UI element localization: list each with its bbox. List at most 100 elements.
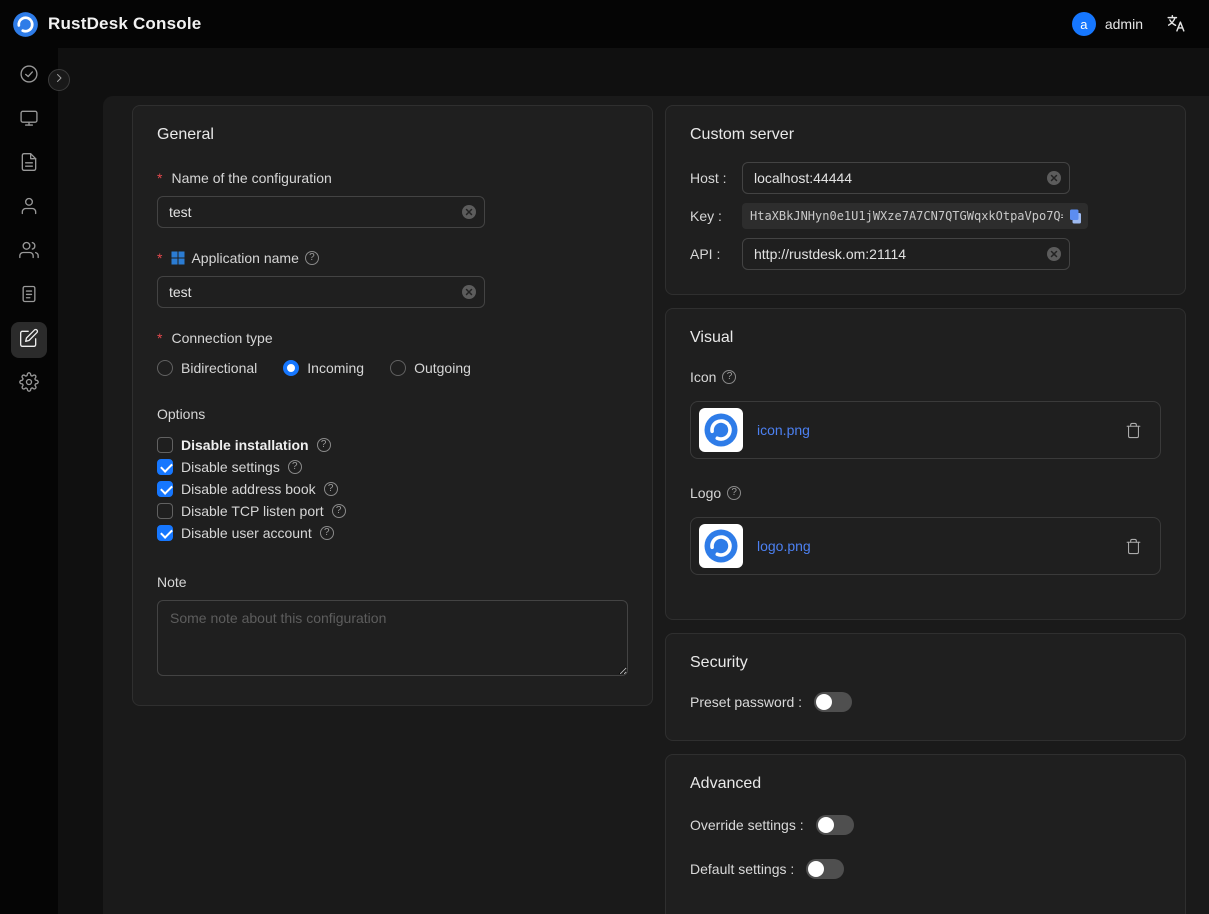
sidebar-item-groups[interactable] — [11, 234, 47, 270]
preset-password-label: Preset password : — [690, 694, 802, 710]
preset-password-row: Preset password : — [690, 692, 1161, 712]
default-settings-toggle[interactable] — [806, 859, 844, 879]
icon-label: Icon — [690, 369, 1161, 385]
checkbox[interactable] — [157, 459, 173, 475]
rustdesk-logo-icon — [12, 11, 39, 38]
advanced-title: Advanced — [690, 775, 1161, 793]
visual-title: Visual — [690, 329, 1161, 347]
checkbox[interactable] — [157, 525, 173, 541]
radio-button[interactable] — [157, 360, 173, 376]
sidebar-item-overview[interactable] — [11, 58, 47, 94]
logo-preview — [699, 524, 743, 568]
option-disable-user-account[interactable]: Disable user account — [157, 522, 628, 544]
logo-label: Logo — [690, 485, 1161, 501]
left-column: General Name of the configuration Applic… — [132, 105, 653, 706]
sidebar-item-documents[interactable] — [11, 146, 47, 182]
api-field-wrap — [742, 238, 1070, 270]
option-disable-installation[interactable]: Disable installation — [157, 434, 628, 456]
checkbox[interactable] — [157, 437, 173, 453]
checkbox[interactable] — [157, 503, 173, 519]
icon-file-box: icon.png — [690, 401, 1161, 459]
app-name-label: Application name — [157, 250, 628, 266]
trash-icon[interactable] — [1125, 538, 1142, 555]
users-group-icon — [19, 240, 39, 265]
icon-file-link[interactable]: icon.png — [757, 422, 810, 438]
windows-logo-icon — [171, 251, 185, 265]
radio-button[interactable] — [390, 360, 406, 376]
logo-file-link[interactable]: logo.png — [757, 538, 811, 554]
name-input[interactable] — [157, 196, 485, 228]
api-input[interactable] — [742, 238, 1070, 270]
help-icon[interactable] — [332, 504, 346, 518]
connection-type-radio-group: Bidirectional Incoming Outgoing — [157, 360, 628, 376]
default-settings-label: Default settings : — [690, 861, 794, 877]
help-icon[interactable] — [727, 486, 741, 500]
key-field: HtaXBkJNHyn0e1U1jWXze7A7CN7QTGWqxkOtpaVp… — [742, 203, 1088, 229]
sidebar-item-users[interactable] — [11, 190, 47, 226]
sidebar-item-devices[interactable] — [11, 102, 47, 138]
logo-file-box: logo.png — [690, 517, 1161, 575]
radio-button[interactable] — [283, 360, 299, 376]
options-list: Disable installation Disable settings Di… — [157, 434, 628, 544]
host-field-wrap — [742, 162, 1070, 194]
help-icon[interactable] — [288, 460, 302, 474]
check-circle-icon — [19, 64, 39, 89]
option-disable-settings[interactable]: Disable settings — [157, 456, 628, 478]
help-icon[interactable] — [317, 438, 331, 452]
checkbox[interactable] — [157, 481, 173, 497]
note-textarea[interactable] — [157, 600, 628, 676]
sidebar-item-custom-clients[interactable] — [11, 322, 47, 358]
help-icon[interactable] — [324, 482, 338, 496]
copy-icon[interactable] — [1067, 208, 1084, 225]
user-menu[interactable]: a admin — [1072, 12, 1143, 36]
custom-server-title: Custom server — [690, 126, 1161, 144]
name-field-wrap — [157, 196, 485, 228]
clear-input-icon[interactable] — [1047, 247, 1061, 261]
host-label: Host : — [690, 170, 742, 186]
app-field-wrap — [157, 276, 485, 308]
help-icon[interactable] — [305, 251, 319, 265]
override-settings-toggle[interactable] — [816, 815, 854, 835]
clear-input-icon[interactable] — [1047, 171, 1061, 185]
radio-bidirectional[interactable]: Bidirectional — [157, 360, 257, 376]
help-icon[interactable] — [320, 526, 334, 540]
avatar[interactable]: a — [1072, 12, 1096, 36]
chevron-right-icon — [53, 71, 65, 89]
sidebar-item-audit[interactable] — [11, 278, 47, 314]
name-label: Name of the configuration — [157, 170, 628, 186]
preset-password-toggle[interactable] — [814, 692, 852, 712]
override-settings-row: Override settings : — [690, 815, 1161, 835]
content-panel: General Name of the configuration Applic… — [103, 96, 1209, 914]
clear-input-icon[interactable] — [462, 285, 476, 299]
sidebar-expand-button[interactable] — [48, 69, 70, 91]
note-label: Note — [157, 574, 628, 590]
general-title: General — [157, 126, 628, 144]
application-name-input[interactable] — [157, 276, 485, 308]
radio-incoming[interactable]: Incoming — [283, 360, 364, 376]
option-disable-address-book[interactable]: Disable address book — [157, 478, 628, 500]
right-column: Custom server Host : Key : HtaXBkJNHyn0e… — [665, 105, 1186, 914]
help-icon[interactable] — [722, 370, 736, 384]
visual-card: Visual Icon icon.png — [665, 308, 1186, 620]
radio-outgoing[interactable]: Outgoing — [390, 360, 471, 376]
icon-preview — [699, 408, 743, 452]
app-title: RustDesk Console — [48, 14, 201, 34]
clipboard-icon — [19, 284, 39, 309]
clear-input-icon[interactable] — [462, 205, 476, 219]
gear-icon — [19, 372, 39, 397]
key-value: HtaXBkJNHyn0e1U1jWXze7A7CN7QTGWqxkOtpaVp… — [750, 209, 1063, 223]
monitor-icon — [19, 108, 39, 133]
edit-icon — [19, 328, 39, 353]
trash-icon[interactable] — [1125, 422, 1142, 439]
username: admin — [1105, 16, 1143, 32]
security-title: Security — [690, 654, 1161, 672]
default-settings-row: Default settings : — [690, 859, 1161, 879]
brand: RustDesk Console — [12, 11, 201, 38]
override-settings-label: Override settings : — [690, 817, 804, 833]
option-disable-tcp-listen-port[interactable]: Disable TCP listen port — [157, 500, 628, 522]
translate-icon[interactable] — [1165, 13, 1187, 35]
file-icon — [19, 152, 39, 177]
general-card: General Name of the configuration Applic… — [132, 105, 653, 706]
host-input[interactable] — [742, 162, 1070, 194]
sidebar-item-settings[interactable] — [11, 366, 47, 402]
